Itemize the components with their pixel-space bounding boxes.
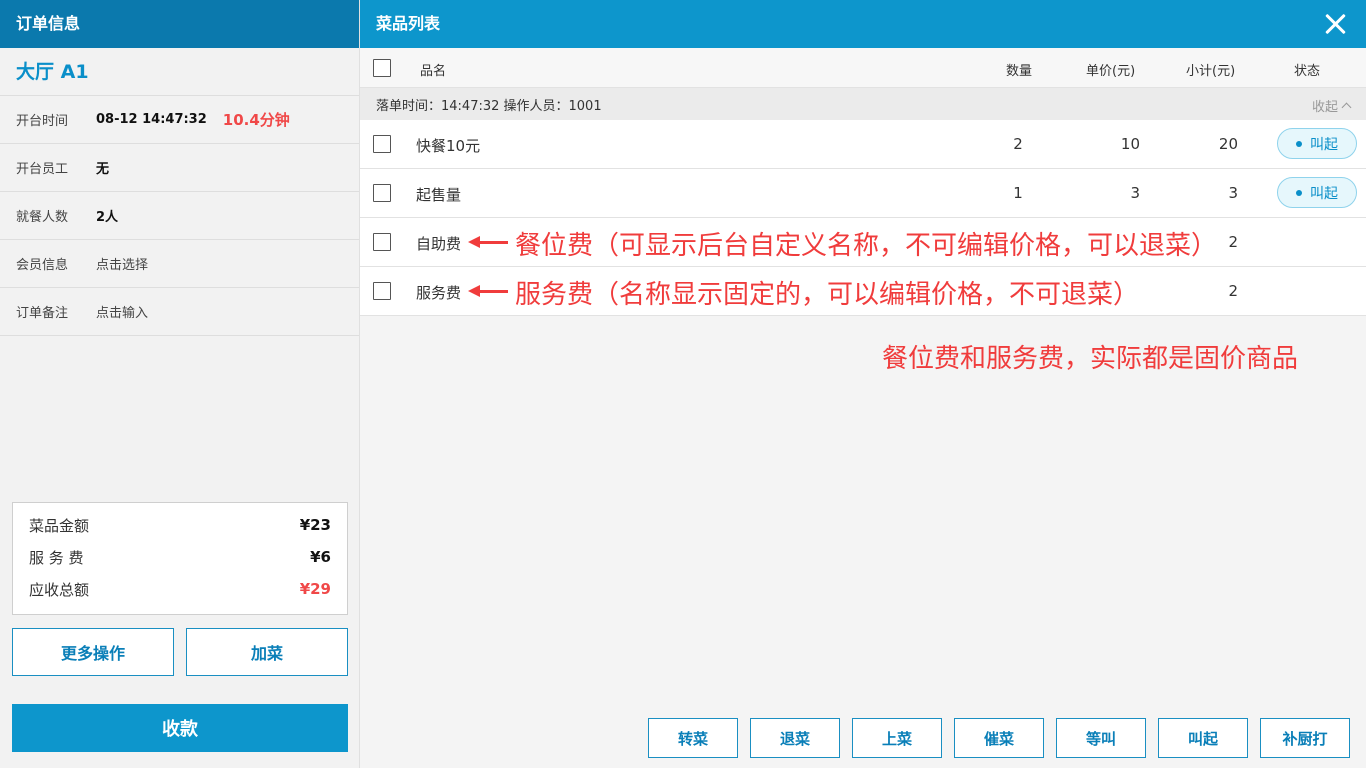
status-dot-icon — [1296, 140, 1302, 147]
row-checkbox[interactable] — [373, 233, 391, 251]
open-staff-row: 开台员工 无 — [0, 144, 359, 192]
checkout-button[interactable]: 收款 — [12, 704, 348, 752]
open-time-label: 开台时间 — [16, 114, 69, 129]
collapse-label: 收起 — [1311, 100, 1338, 115]
column-subtotal: 小计(元) — [1186, 64, 1236, 79]
column-status: 状态 — [1294, 64, 1321, 79]
dish-amount-value: ¥23 — [299, 516, 331, 534]
dish-subtotal: 20 — [1218, 135, 1238, 153]
dish-name: 服务费 — [416, 284, 462, 302]
total-amount-value: ¥29 — [299, 580, 331, 598]
member-select-link[interactable]: 点击选择 — [96, 254, 148, 273]
arrow-left-icon — [468, 285, 508, 297]
service-fee-row: 服 务 费 ¥6 — [29, 541, 331, 573]
collapse-toggle[interactable]: 收起 — [1311, 96, 1352, 115]
order-info-title: 订单信息 — [0, 0, 359, 48]
annotation-service-fee: 服务费（名称显示固定的，可以编辑价格，不可退菜） — [515, 280, 1140, 310]
dish-amount-row: 菜品金额 ¥23 — [29, 509, 331, 541]
return-dish-button[interactable]: 退菜 — [750, 718, 840, 758]
dish-list-panel: 菜品列表 品名 数量 单价(元) 小计(元) 状态 落单时间：14:47:32 … — [360, 0, 1366, 768]
order-remark-input[interactable]: 点击输入 — [96, 302, 148, 321]
order-group-bar: 落单时间：14:47:32 操作人员：1001 收起 — [360, 88, 1366, 120]
dish-name: 起售量 — [416, 186, 462, 204]
annotation-note: 餐位费和服务费，实际都是固价商品 — [882, 344, 1299, 374]
table-row[interactable]: 起售量 1 3 3 叫起 — [360, 169, 1366, 218]
service-fee-value: ¥6 — [310, 548, 331, 566]
guest-count-row[interactable]: 就餐人数 2人 — [0, 192, 359, 240]
status-badge[interactable]: 叫起 — [1277, 177, 1357, 208]
dish-list-title-bar: 菜品列表 — [360, 0, 1366, 48]
select-all-checkbox[interactable] — [373, 59, 391, 77]
dish-qty: 2 — [1013, 135, 1023, 153]
annotation-seat-fee: 餐位费（可显示后台自定义名称，不可编辑价格，可以退菜） — [515, 231, 1218, 261]
order-info-panel: 订单信息 大厅 A1 开台时间 08-12 14:47:32 10.4分钟 开台… — [0, 0, 360, 768]
status-badge[interactable]: 叫起 — [1277, 128, 1357, 159]
dish-name: 快餐10元 — [416, 137, 481, 155]
dish-subtotal: 3 — [1228, 184, 1238, 202]
hold-dish-button[interactable]: 等叫 — [1056, 718, 1146, 758]
row-checkbox[interactable] — [373, 135, 391, 153]
transfer-dish-button[interactable]: 转菜 — [648, 718, 738, 758]
open-staff-value: 无 — [96, 162, 110, 177]
guest-count-value[interactable]: 2人 — [96, 206, 118, 225]
reprint-kitchen-button[interactable]: 补厨打 — [1260, 718, 1350, 758]
call-dish-button[interactable]: 叫起 — [1158, 718, 1248, 758]
close-icon[interactable] — [1322, 10, 1350, 38]
open-time-value: 08-12 14:47:32 — [96, 112, 207, 127]
order-remark-row[interactable]: 订单备注 点击输入 — [0, 288, 359, 336]
add-dish-button[interactable]: 加菜 — [186, 628, 348, 676]
status-label: 叫起 — [1310, 136, 1338, 153]
rush-dish-button[interactable]: 催菜 — [954, 718, 1044, 758]
total-amount-label: 应收总额 — [29, 580, 90, 599]
arrow-left-icon — [468, 236, 508, 248]
order-group-info: 落单时间：14:47:32 操作人员：1001 — [376, 99, 602, 114]
dish-name: 自助费 — [416, 235, 462, 253]
order-remark-label: 订单备注 — [16, 306, 69, 321]
table-header: 品名 数量 单价(元) 小计(元) 状态 — [360, 48, 1366, 88]
table-row[interactable]: 自助费 2 餐位费（可显示后台自定义名称，不可编辑价格，可以退菜） — [360, 218, 1366, 267]
status-label: 叫起 — [1310, 185, 1338, 202]
table-row[interactable]: 服务费 2 服务费（名称显示固定的，可以编辑价格，不可退菜） — [360, 267, 1366, 316]
dish-list-title: 菜品列表 — [376, 14, 441, 33]
total-amount-row: 应收总额 ¥29 — [29, 573, 331, 605]
open-staff-label: 开台员工 — [16, 162, 69, 177]
dish-subtotal: 2 — [1228, 282, 1238, 300]
row-checkbox[interactable] — [373, 282, 391, 300]
row-checkbox[interactable] — [373, 184, 391, 202]
column-name: 品名 — [420, 64, 447, 79]
chevron-up-icon — [1341, 102, 1352, 113]
status-dot-icon — [1296, 189, 1302, 196]
dish-price: 3 — [1130, 184, 1140, 202]
amount-summary: 菜品金额 ¥23 服 务 费 ¥6 应收总额 ¥29 — [12, 502, 348, 615]
column-price: 单价(元) — [1086, 64, 1136, 79]
serve-dish-button[interactable]: 上菜 — [852, 718, 942, 758]
table-row[interactable]: 快餐10元 2 10 20 叫起 — [360, 120, 1366, 169]
dish-amount-label: 菜品金额 — [29, 516, 90, 535]
more-actions-button[interactable]: 更多操作 — [12, 628, 174, 676]
service-fee-label: 服 务 费 — [29, 548, 84, 567]
dish-qty: 1 — [1013, 184, 1023, 202]
open-time-row: 开台时间 08-12 14:47:32 10.4分钟 — [0, 96, 359, 144]
member-info-row[interactable]: 会员信息 点击选择 — [0, 240, 359, 288]
guest-count-label: 就餐人数 — [16, 210, 69, 225]
open-duration: 10.4分钟 — [222, 111, 290, 129]
table-name: 大厅 A1 — [0, 48, 359, 96]
column-qty: 数量 — [1006, 64, 1033, 79]
member-info-label: 会员信息 — [16, 258, 69, 273]
dish-price: 10 — [1120, 135, 1140, 153]
